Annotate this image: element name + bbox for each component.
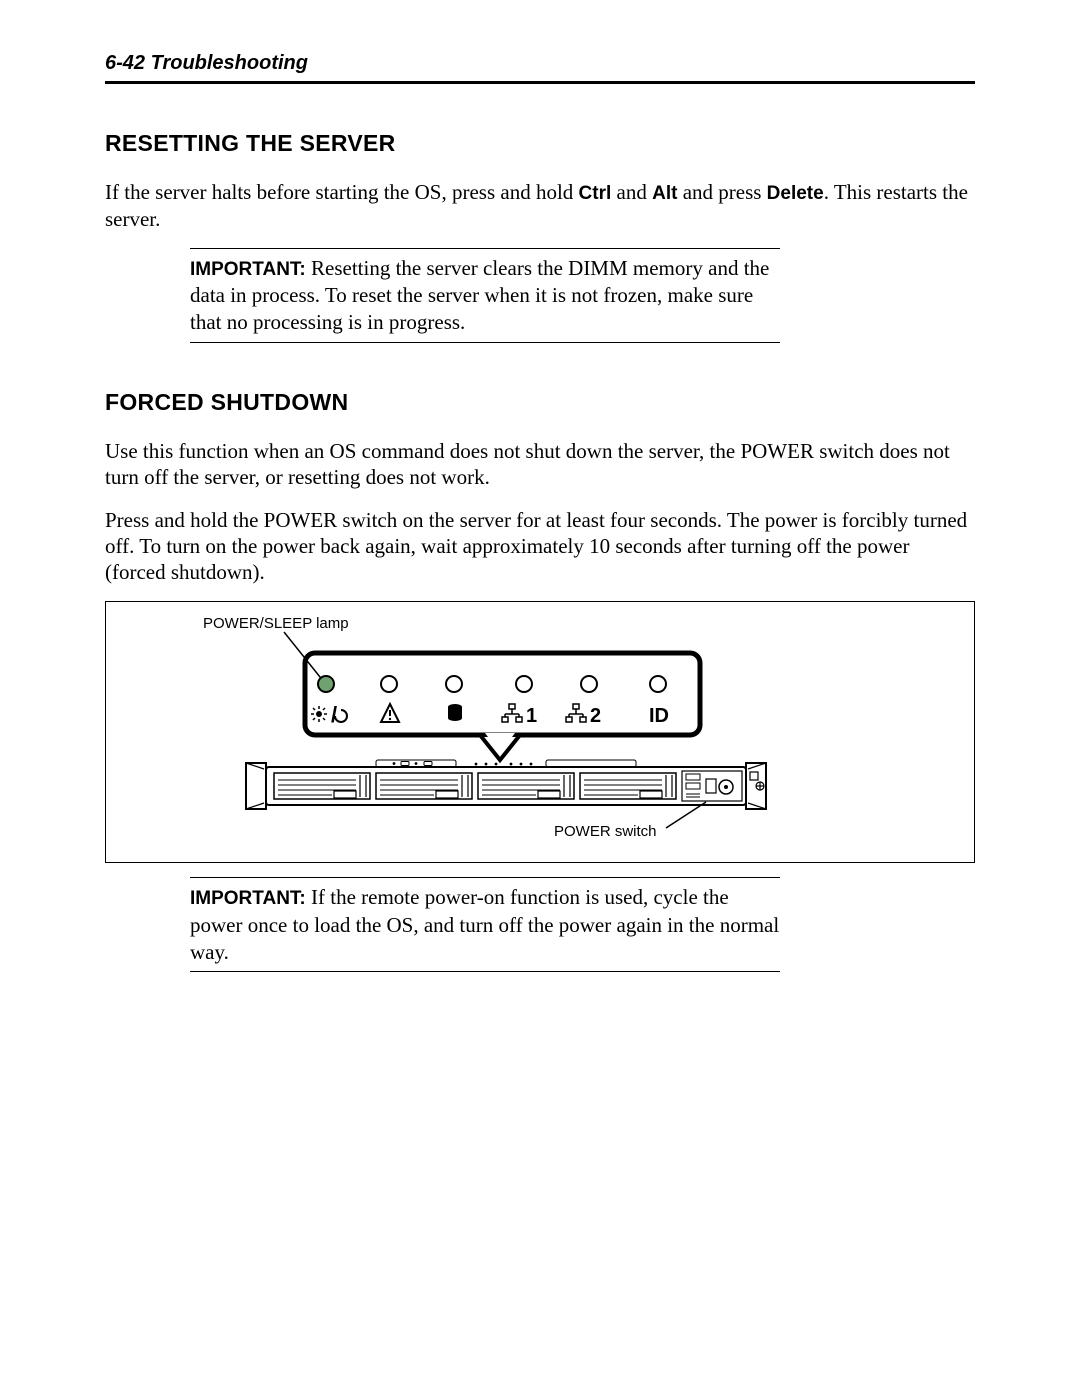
heading-resetting: RESETTING THE SERVER [105, 130, 975, 157]
panel-net2-label: 2 [590, 705, 601, 727]
important-note-shutdown: IMPORTANT: If the remote power-on functi… [190, 877, 780, 972]
shutdown-paragraph-1: Use this function when an OS command doe… [105, 438, 975, 491]
text: and press [677, 180, 766, 204]
heading-forced-shutdown: FORCED SHUTDOWN [105, 389, 975, 416]
reset-paragraph: If the server halts before starting the … [105, 179, 975, 232]
important-label: IMPORTANT: [190, 888, 306, 909]
label-power-switch: POWER switch [554, 823, 657, 840]
figure-svg: / 1 [106, 602, 972, 862]
key-delete: Delete [767, 183, 824, 204]
shutdown-paragraph-2: Press and hold the POWER switch on the s… [105, 507, 975, 586]
key-alt: Alt [652, 183, 677, 204]
svg-text:/: / [331, 702, 337, 727]
figure-server-front-panel: POWER/SLEEP lamp POWER switch [105, 601, 975, 863]
header-rule [105, 81, 975, 84]
text: If the server halts before starting the … [105, 180, 579, 204]
page: 6-42 Troubleshooting RESETTING THE SERVE… [0, 0, 1080, 1052]
text: and [611, 180, 652, 204]
panel-id-label: ID [649, 705, 669, 727]
important-label: IMPORTANT: [190, 259, 306, 280]
label-power-sleep-lamp: POWER/SLEEP lamp [203, 615, 349, 632]
important-note-reset: IMPORTANT: Resetting the server clears t… [190, 248, 780, 343]
key-ctrl: Ctrl [579, 183, 612, 204]
panel-net1-label: 1 [526, 705, 537, 727]
running-header: 6-42 Troubleshooting [105, 52, 975, 75]
